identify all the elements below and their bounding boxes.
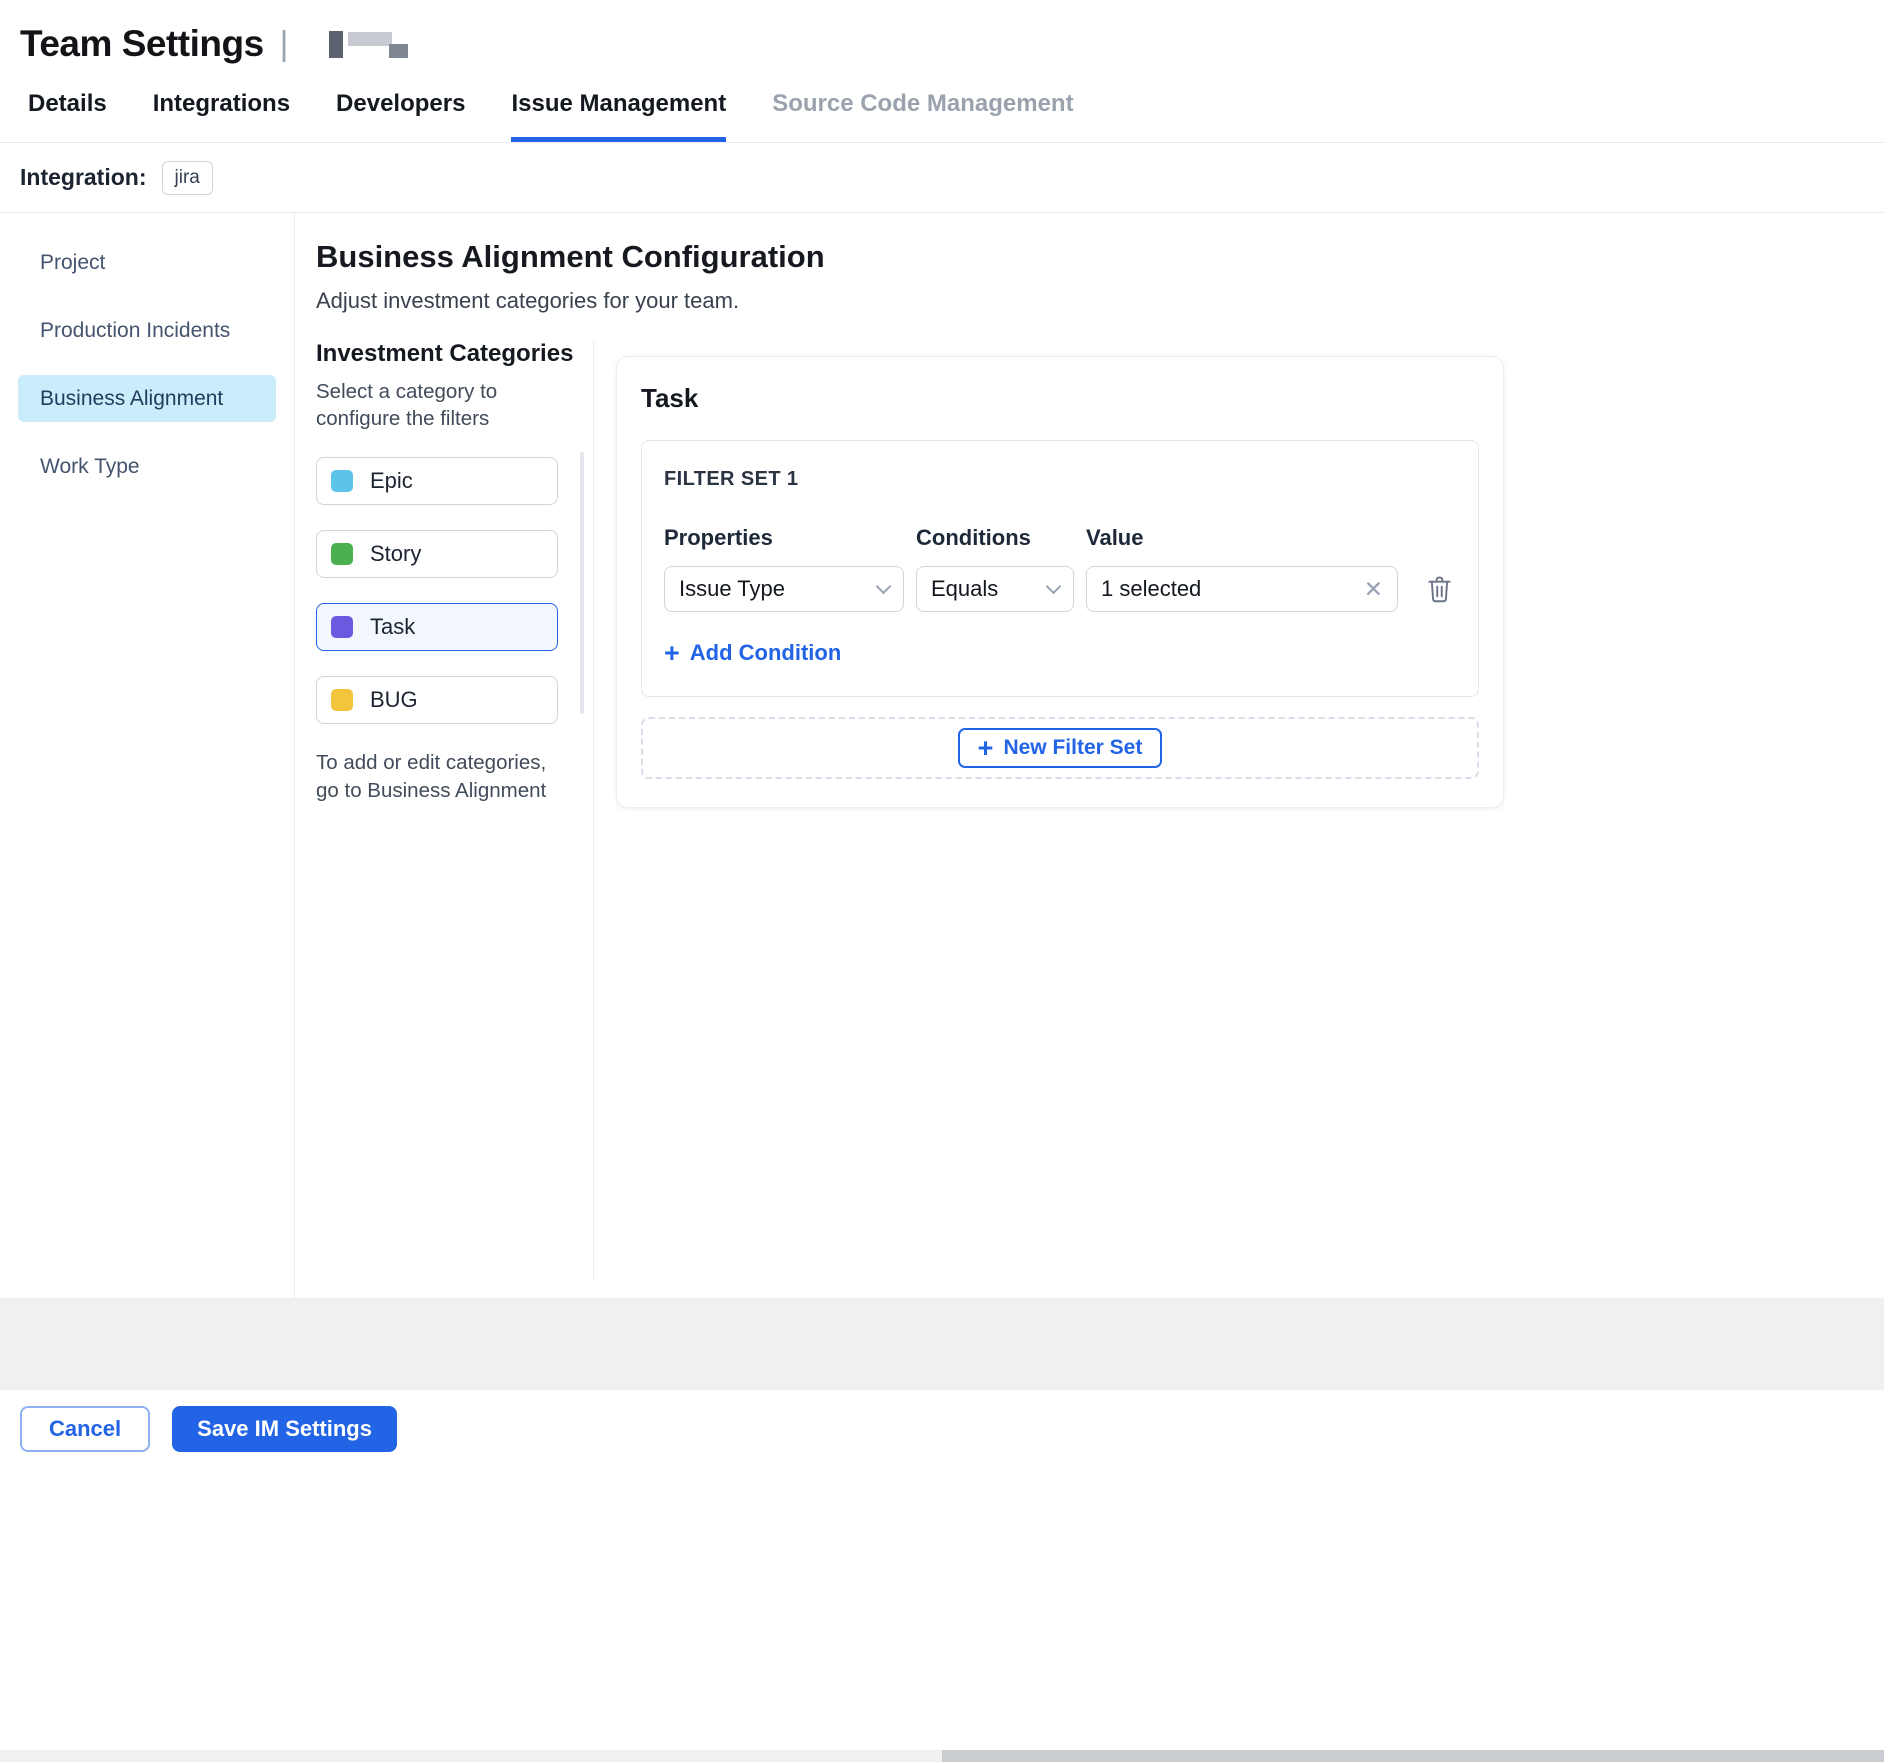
category-label: Story xyxy=(370,541,421,567)
tab-issue-management[interactable]: Issue Management xyxy=(511,90,726,142)
category-label: BUG xyxy=(370,687,418,713)
main-section: Business Alignment Configuration Adjust … xyxy=(295,213,1884,1298)
category-item-task[interactable]: Task xyxy=(316,603,558,651)
condition-select-value: Equals xyxy=(931,576,998,602)
cancel-button[interactable]: Cancel xyxy=(20,1406,150,1452)
filter-column-headers: Properties Conditions Value xyxy=(664,525,1456,551)
trash-icon xyxy=(1426,574,1453,604)
bug-color-swatch xyxy=(331,689,353,711)
investment-categories-column: Investment Categories Select a category … xyxy=(316,340,594,1280)
redacted-team-name xyxy=(329,31,408,58)
integration-label: Integration: xyxy=(20,164,147,191)
section-title: Business Alignment Configuration xyxy=(316,239,1884,275)
categories-helper: Select a category to configure the filte… xyxy=(316,378,578,432)
redacted-block xyxy=(389,44,408,58)
filter-panel-area: Task FILTER SET 1 Properties Conditions … xyxy=(594,340,1884,1280)
property-select[interactable]: Issue Type xyxy=(664,566,904,612)
redacted-block xyxy=(329,31,343,58)
redacted-block xyxy=(348,32,392,46)
column-header-properties: Properties xyxy=(664,525,904,551)
column-header-value: Value xyxy=(1086,525,1398,551)
clear-icon[interactable]: ✕ xyxy=(1364,578,1383,601)
tab-details[interactable]: Details xyxy=(28,90,107,142)
app-header: Team Settings | xyxy=(0,0,1884,66)
footer-actions: Cancel Save IM Settings xyxy=(0,1390,1884,1452)
epic-color-swatch xyxy=(331,470,353,492)
save-im-settings-button[interactable]: Save IM Settings xyxy=(172,1406,397,1452)
tab-integrations[interactable]: Integrations xyxy=(153,90,290,142)
column-header-conditions: Conditions xyxy=(916,525,1074,551)
chevron-down-icon xyxy=(1046,579,1062,595)
filter-condition-row: Issue Type Equals 1 selected ✕ xyxy=(664,566,1456,612)
page-title: Team Settings xyxy=(20,23,264,65)
title-divider: | xyxy=(280,25,289,64)
property-select-value: Issue Type xyxy=(679,576,785,602)
add-condition-button[interactable]: + Add Condition xyxy=(664,640,841,666)
category-item-epic[interactable]: Epic xyxy=(316,457,558,505)
settings-sidenav: Project Production Incidents Business Al… xyxy=(0,213,295,1298)
condition-select[interactable]: Equals xyxy=(916,566,1074,612)
categories-title: Investment Categories xyxy=(316,340,593,368)
value-multiselect[interactable]: 1 selected ✕ xyxy=(1086,566,1398,612)
category-item-story[interactable]: Story xyxy=(316,530,558,578)
scrollbar-thumb[interactable] xyxy=(942,1750,1884,1762)
plus-icon: + xyxy=(664,641,680,665)
sidebar-item-work-type[interactable]: Work Type xyxy=(18,443,276,490)
filter-set-title: FILTER SET 1 xyxy=(664,468,1456,491)
panel-title: Task xyxy=(641,383,1479,414)
new-filter-set-button[interactable]: + New Filter Set xyxy=(958,728,1163,768)
categories-note: To add or edit categories, go to Busines… xyxy=(316,749,566,804)
tab-developers[interactable]: Developers xyxy=(336,90,465,142)
chevron-down-icon xyxy=(876,579,892,595)
integration-badge: jira xyxy=(162,161,213,195)
category-item-bug[interactable]: BUG xyxy=(316,676,558,724)
value-select-value: 1 selected xyxy=(1101,576,1201,602)
delete-condition-button[interactable] xyxy=(1426,574,1453,604)
task-color-swatch xyxy=(331,616,353,638)
footer-separator-band xyxy=(0,1298,1884,1390)
sidebar-item-project[interactable]: Project xyxy=(18,239,276,286)
category-config-card: Task FILTER SET 1 Properties Conditions … xyxy=(616,356,1504,808)
section-subtitle: Adjust investment categories for your te… xyxy=(316,288,1884,314)
category-label: Epic xyxy=(370,468,413,494)
new-filter-set-label: New Filter Set xyxy=(1003,736,1142,760)
integration-row: Integration: jira xyxy=(0,143,1884,213)
plus-icon: + xyxy=(978,736,994,760)
filter-set: FILTER SET 1 Properties Conditions Value… xyxy=(641,440,1479,697)
tab-source-code-management[interactable]: Source Code Management xyxy=(772,90,1073,142)
story-color-swatch xyxy=(331,543,353,565)
categories-scrollbar[interactable] xyxy=(580,452,584,714)
category-label: Task xyxy=(370,614,415,640)
tab-bar: Details Integrations Developers Issue Ma… xyxy=(0,90,1884,143)
horizontal-scrollbar[interactable] xyxy=(0,1750,1884,1762)
add-condition-label: Add Condition xyxy=(690,640,842,666)
new-filter-set-area: + New Filter Set xyxy=(641,717,1479,779)
content: Project Production Incidents Business Al… xyxy=(0,213,1884,1298)
sidebar-item-business-alignment[interactable]: Business Alignment xyxy=(18,375,276,422)
sidebar-item-production-incidents[interactable]: Production Incidents xyxy=(18,307,276,354)
